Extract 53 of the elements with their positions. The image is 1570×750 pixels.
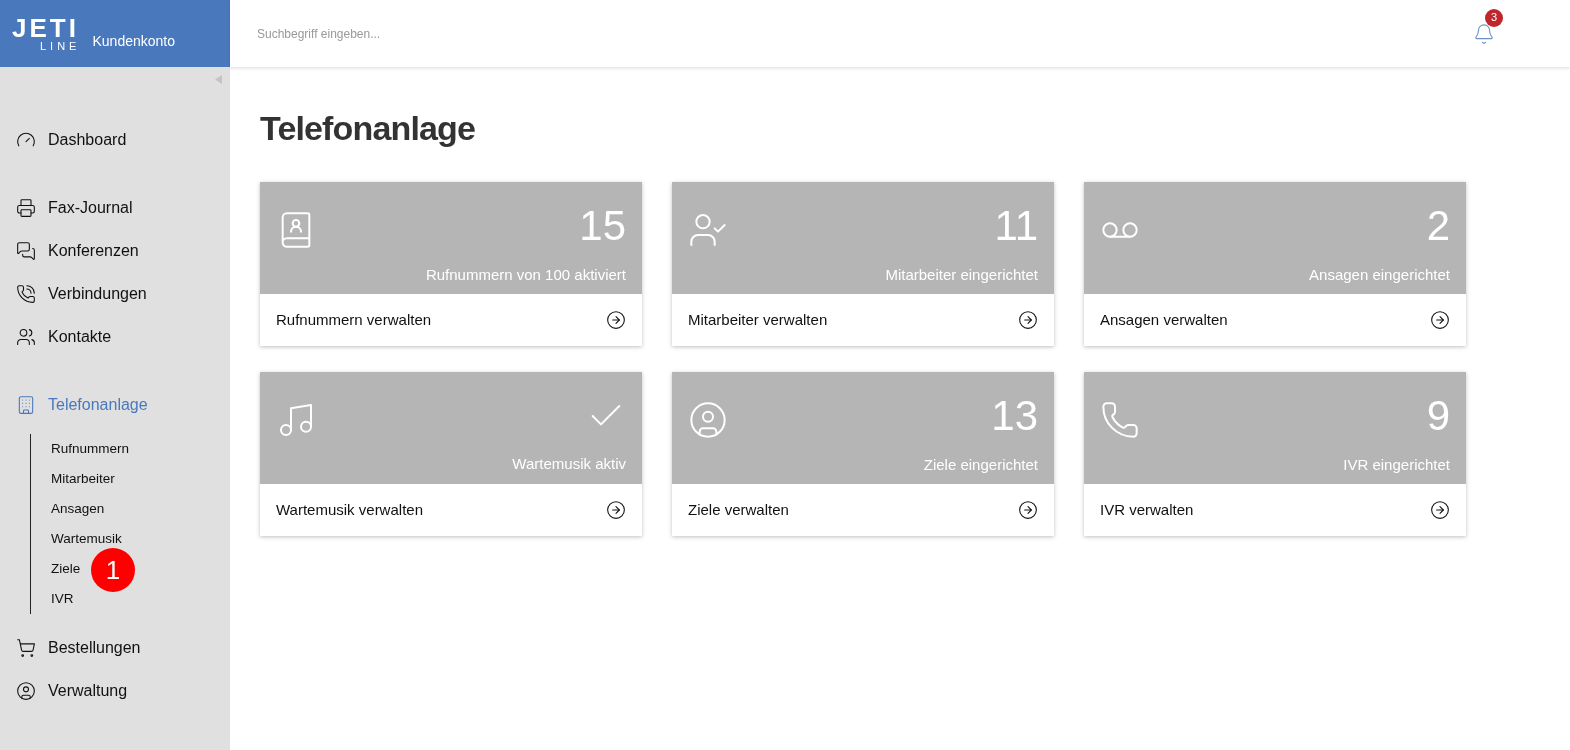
logo-wordmark: JETI (12, 15, 80, 41)
tile-caption: Ziele eingerichtet (923, 455, 1038, 475)
nav-item[interactable]: Dashboard (0, 118, 230, 161)
tile-count: 11 (994, 202, 1038, 250)
chat-bubbles-icon (16, 240, 36, 261)
submenu-item[interactable]: Ansagen (51, 498, 105, 520)
notification-badge: 3 (1485, 8, 1503, 27)
user-circle-icon (16, 680, 36, 701)
nav-item[interactable]: Bestellungen (0, 626, 230, 669)
tile-link[interactable]: Rufnummern verwalten (260, 294, 642, 346)
submenu-item[interactable]: Ziele (51, 558, 81, 580)
tile-caption: IVR eingerichtet (1343, 455, 1450, 475)
nav-item[interactable]: Kontakte (0, 315, 230, 358)
tile-caption: Ansagen eingerichtet (1309, 265, 1450, 285)
tile-link[interactable]: Ansagen verwalten (1084, 294, 1466, 346)
tile-count: 15 (579, 202, 626, 250)
tile-count: 9 (1426, 392, 1450, 440)
arrow-circle-icon (1018, 500, 1038, 520)
submenu-item[interactable]: Rufnummern (51, 438, 130, 460)
phone-icon (1100, 400, 1140, 440)
tile-count: 13 (991, 392, 1038, 440)
user-circle-icon (688, 400, 728, 440)
tile-link[interactable]: Wartemusik verwalten (260, 484, 642, 536)
tile-count: 2 (1426, 202, 1450, 250)
callout-marker: 1 (91, 548, 135, 592)
logo-subword: LINE (39, 41, 81, 52)
arrow-circle-icon (606, 500, 626, 520)
tile-caption: Mitarbeiter eingerichtet (885, 265, 1038, 285)
printer-icon (16, 197, 36, 218)
tile-link[interactable]: Mitarbeiter verwalten (672, 294, 1054, 346)
arrow-circle-icon (1430, 310, 1450, 330)
submenu-item[interactable]: Mitarbeiter (51, 468, 115, 490)
nav-item[interactable]: Konferenzen (0, 229, 230, 272)
building-icon (16, 394, 36, 415)
page-title: Telefonanlage (260, 108, 477, 149)
submenu-item[interactable]: Wartemusik (51, 528, 122, 550)
cart-icon (16, 637, 36, 658)
search-field[interactable]: Suchbegriff eingeben... (257, 24, 657, 43)
arrow-circle-icon (1018, 310, 1038, 330)
arrow-circle-icon (606, 310, 626, 330)
submenu-item[interactable]: IVR (51, 588, 74, 610)
arrow-circle-icon (1430, 500, 1450, 520)
tile-caption: Rufnummern von 100 aktiviert (425, 265, 626, 285)
tile-caption: Wartemusik aktiv (512, 454, 626, 474)
phone-icon (16, 283, 36, 304)
bell-icon[interactable] (1473, 22, 1495, 45)
nav-item[interactable]: Verbindungen (0, 272, 230, 315)
nav-item[interactable]: Verwaltung (0, 669, 230, 712)
product-name: Kundenkonto (92, 32, 175, 51)
tile-link[interactable]: Ziele verwalten (672, 484, 1054, 536)
nav-item[interactable]: Fax-Journal (0, 186, 230, 229)
tile-link[interactable]: IVR verwalten (1084, 484, 1466, 536)
users-icon (16, 326, 36, 347)
